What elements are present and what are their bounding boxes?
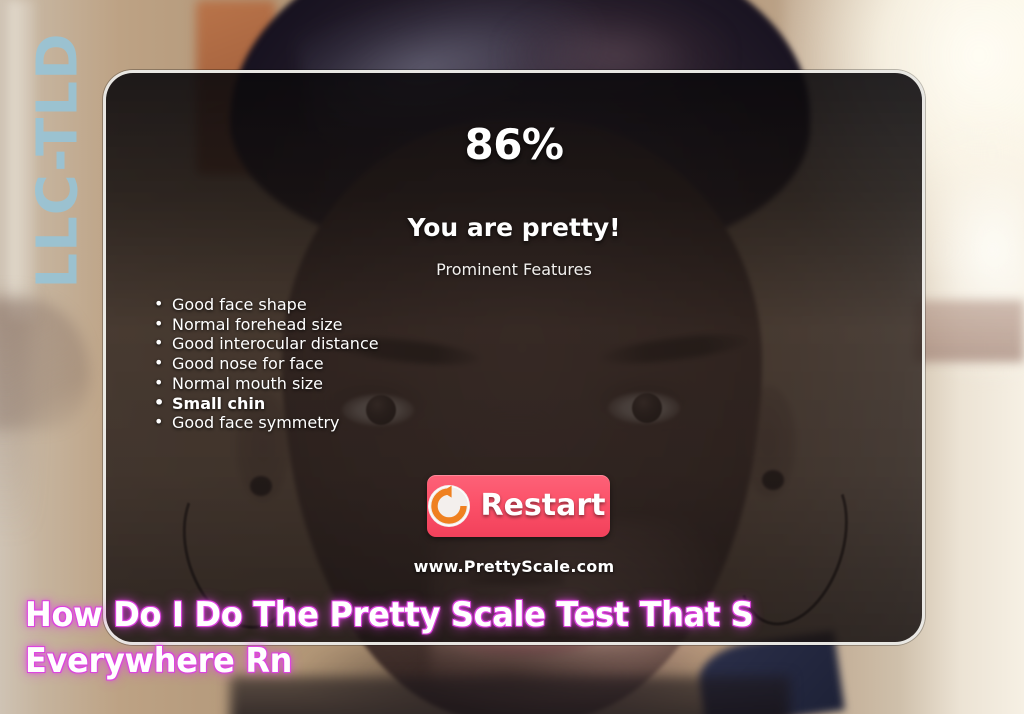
screenshot-root: 86% You are pretty! Prominent Features G… [0,0,1024,714]
feature-list-item: Good face shape [154,294,379,315]
feature-list-item: Good nose for face [154,353,379,374]
door-frame [8,0,36,320]
verdict-text: You are pretty! [407,213,621,242]
restart-button[interactable]: Restart [427,475,610,537]
restart-button-label: Restart [480,488,606,523]
feature-list-item: Good face symmetry [154,412,379,433]
wall-shadow-band [914,300,1024,362]
score-percentage: 86% [464,120,564,169]
feature-list-item: Normal forehead size [154,314,379,335]
feature-list-item: Good interocular distance [154,333,379,354]
feature-list-item: Normal mouth size [154,373,379,394]
site-url-text: www.PrettyScale.com [413,557,615,576]
feature-list-item: Small chin [154,393,379,414]
prominent-features-heading: Prominent Features [436,260,592,279]
prominent-features-list: Good face shapeNormal forehead sizeGood … [150,294,379,433]
prettyscale-result-card: 86% You are pretty! Prominent Features G… [103,70,925,645]
subject-shirt [230,676,790,714]
refresh-circular-arrow-icon [428,485,471,527]
